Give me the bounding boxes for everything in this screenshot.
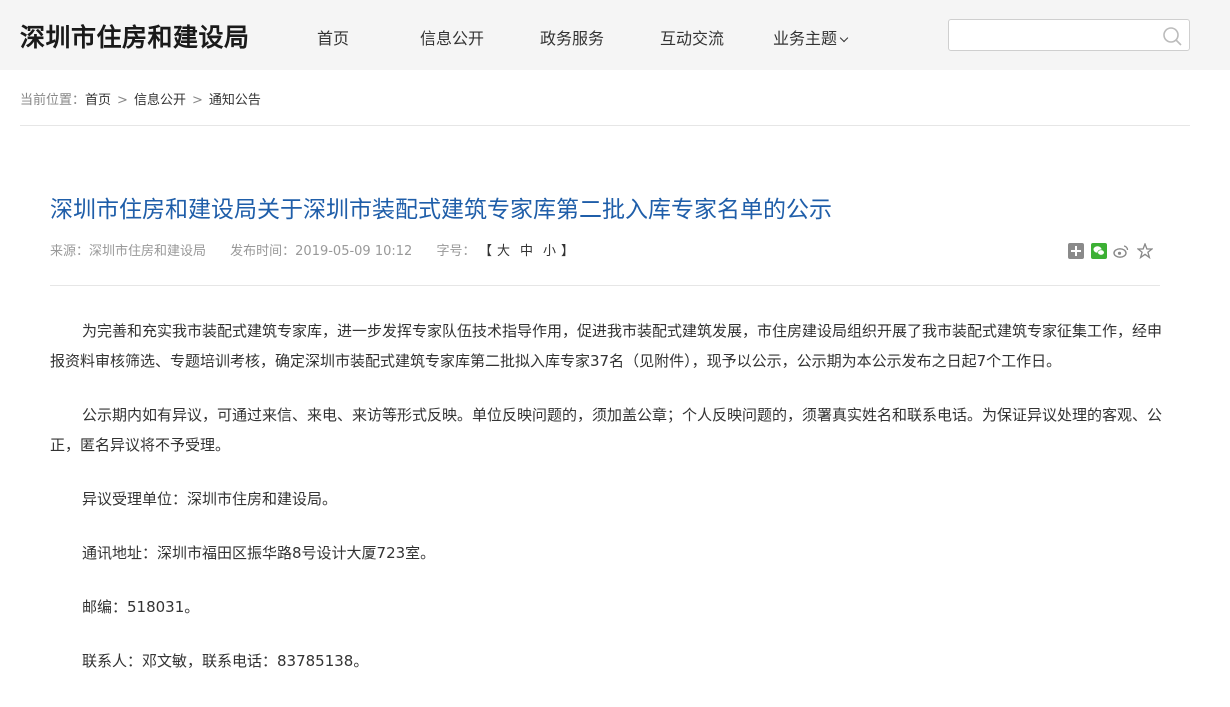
article-paragraph: 异议受理单位：深圳市住房和建设局。 (82, 490, 338, 508)
font-size-medium[interactable]: 中 (520, 244, 533, 259)
nav-item-interaction[interactable]: 互动交流 (660, 25, 724, 49)
site-logo[interactable]: 深圳市住房和建设局 (20, 18, 250, 54)
favorite-icon[interactable] (1137, 243, 1153, 259)
weibo-icon[interactable] (1113, 243, 1129, 259)
breadcrumb-home[interactable]: 首页 (85, 93, 111, 108)
divider (50, 285, 1160, 286)
font-size-bracket-open: 【 (485, 244, 492, 259)
article-publish-time: 发布时间：2019-05-09 10:12 (230, 244, 413, 259)
breadcrumb-separator: > (191, 93, 203, 108)
article-paragraph: 为完善和充实我市装配式建筑专家库，进一步发挥专家队伍技术指导作用，促进我市装配式… (50, 322, 1163, 370)
search-input[interactable] (949, 20, 1149, 50)
breadcrumb-notices[interactable]: 通知公告 (209, 93, 261, 108)
font-size-label: 字号： (436, 244, 476, 259)
wechat-icon[interactable] (1091, 243, 1107, 259)
article-paragraph: 公示期内如有异议，可通过来信、来电、来访等形式反映。单位反映问题的，须加盖公章；… (50, 406, 1163, 454)
plus-share-icon[interactable] (1068, 243, 1084, 259)
breadcrumb: 当前位置：首页 > 信息公开 > 通知公告 (20, 89, 261, 108)
search-box (948, 19, 1190, 51)
article-source: 来源：深圳市住房和建设局 (50, 244, 207, 259)
font-size-control: 字号： 【大中小】 (436, 244, 574, 259)
divider (20, 125, 1190, 126)
font-size-small[interactable]: 小 (543, 244, 556, 259)
nav-item-business-topics[interactable]: 业务主题 (773, 25, 849, 49)
nav-item-home[interactable]: 首页 (317, 25, 349, 49)
breadcrumb-separator: > (117, 93, 128, 108)
article-title: 深圳市住房和建设局关于深圳市装配式建筑专家库第二批入库专家名单的公示 (50, 197, 832, 223)
nav-item-gov-services[interactable]: 政务服务 (540, 25, 604, 49)
article-body: 为完善和充实我市装配式建筑专家库，进一步发挥专家队伍技术指导作用，促进我市装配式… (50, 316, 1162, 700)
search-icon[interactable] (1161, 25, 1183, 47)
article-paragraph: 邮编：518031。 (82, 598, 200, 616)
breadcrumb-label: 当前位置： (20, 93, 86, 108)
article-meta: 来源：深圳市住房和建设局 发布时间：2019-05-09 10:12 字号： 【大… (50, 240, 594, 259)
article-paragraph: 通讯地址：深圳市福田区振华路8号设计大厦723室。 (82, 544, 436, 562)
site-header: 深圳市住房和建设局 首页 信息公开 政务服务 互动交流 业务主题 (0, 0, 1230, 70)
article-paragraph: 联系人：邓文敏，联系电话：83785138。 (82, 652, 369, 670)
font-size-large[interactable]: 大 (497, 244, 510, 259)
chevron-down-icon (839, 33, 849, 43)
breadcrumb-info-disclosure[interactable]: 信息公开 (134, 93, 186, 108)
font-size-bracket-close: 】 (561, 244, 575, 259)
nav-item-business-topics-label: 业务主题 (773, 29, 838, 48)
nav-item-info-disclosure[interactable]: 信息公开 (420, 25, 484, 49)
